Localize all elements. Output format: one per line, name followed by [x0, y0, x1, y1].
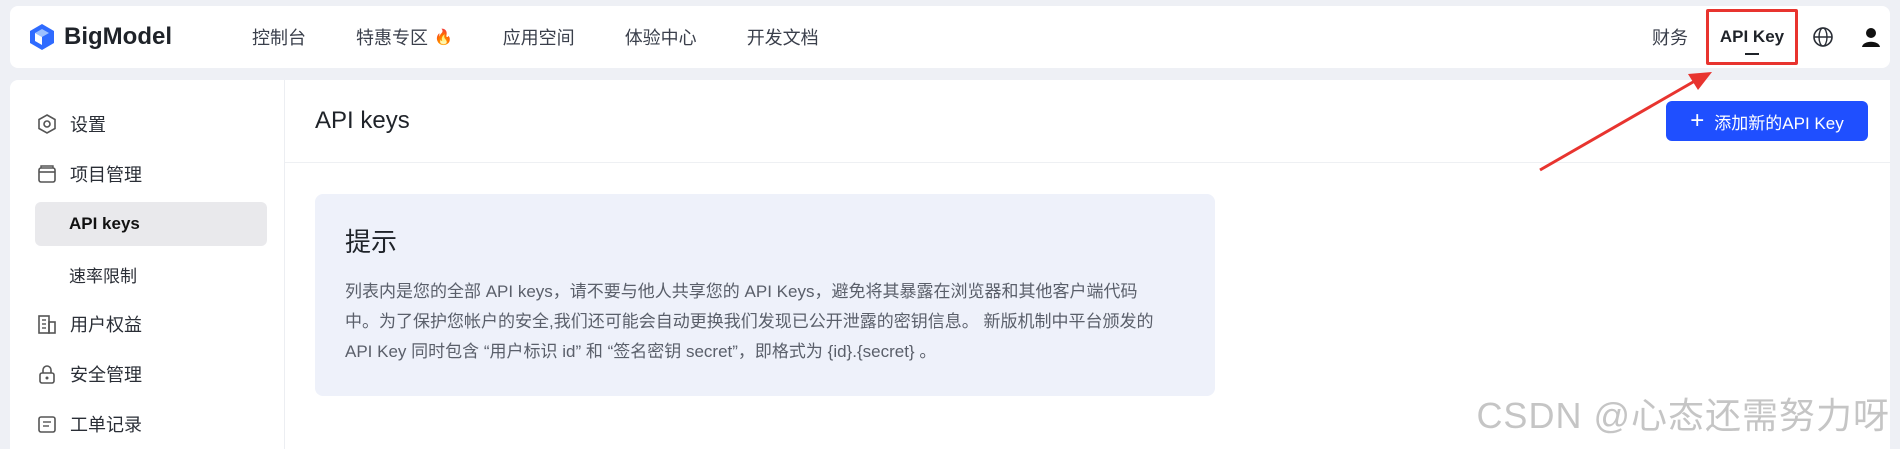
main-nav: 控制台 特惠专区 🔥 应用空间 体验中心 开发文档	[252, 24, 869, 50]
folder-icon	[38, 165, 56, 183]
annotation-arrow-icon	[1539, 72, 1712, 172]
logo-icon	[30, 24, 54, 50]
sidebar-item-settings[interactable]: 设置	[10, 102, 284, 146]
sidebar-item-user-rights-label: 用户权益	[70, 315, 142, 335]
lock-icon	[39, 365, 55, 384]
active-underline	[1745, 53, 1759, 55]
nav-app-space[interactable]: 应用空间	[503, 24, 575, 50]
ticket-icon	[38, 416, 56, 433]
globe-icon[interactable]	[1812, 26, 1834, 48]
fire-icon: 🔥	[434, 29, 453, 46]
watermark: CSDN @心态还需努力呀	[1476, 395, 1890, 436]
page-title: API keys	[315, 107, 410, 134]
nav-api-key-label: API Key	[1719, 27, 1785, 46]
sidebar-item-tickets-label: 工单记录	[70, 415, 142, 435]
brand-name: BigModel	[64, 23, 172, 50]
nav-api-key[interactable]: API Key	[1706, 9, 1798, 65]
brand-logo[interactable]: BigModel	[28, 23, 228, 51]
nav-dev-docs[interactable]: 开发文档	[747, 24, 819, 50]
sidebar-item-project-mgmt[interactable]: 项目管理	[10, 152, 284, 196]
user-icon[interactable]	[1860, 26, 1882, 48]
notice-title: 提示	[345, 227, 398, 257]
sidebar-item-rate-limit-label: 速率限制	[69, 266, 137, 286]
sidebar-item-security[interactable]: 安全管理	[10, 352, 284, 396]
nav-specials-label: 特惠专区	[356, 28, 428, 48]
sidebar-item-project-label: 项目管理	[70, 165, 142, 185]
sidebar-item-api-keys-label: API keys	[69, 214, 140, 233]
nav-finance[interactable]: 财务	[1652, 24, 1688, 50]
nav-experience-label: 体验中心	[624, 28, 697, 48]
nav-right: 财务 API Key	[1652, 6, 1890, 68]
nav-dev-docs-label: 开发文档	[746, 28, 819, 48]
sidebar: 设置 项目管理 API keys 速率限制 用户权益 安全管理 工单记录	[10, 80, 284, 449]
nav-app-space-label: 应用空间	[502, 28, 575, 48]
nav-specials[interactable]: 特惠专区 🔥	[356, 24, 453, 50]
sidebar-item-settings-label: 设置	[70, 115, 106, 135]
sidebar-item-tickets[interactable]: 工单记录	[10, 402, 284, 446]
nav-experience-center[interactable]: 体验中心	[625, 24, 697, 50]
nav-console[interactable]: 控制台	[252, 24, 306, 50]
building-icon	[38, 315, 56, 334]
top-navbar: BigModel 控制台 特惠专区 🔥 应用空间 体验中心 开发文档 财务 AP…	[10, 6, 1890, 68]
add-api-key-label: 添加新的API Key	[1714, 113, 1844, 133]
settings-icon	[38, 114, 56, 134]
nav-console-label: 控制台	[252, 28, 306, 48]
notice-card: 提示 列表内是您的全部 API keys，请不要与他人共享您的 API Keys…	[315, 194, 1215, 396]
notice-line-1: 列表内是您的全部 API keys，请不要与他人共享您的 API Keys，避免…	[345, 282, 1138, 301]
sidebar-item-user-rights[interactable]: 用户权益	[10, 302, 284, 346]
sidebar-item-rate-limit[interactable]: 速率限制	[35, 252, 267, 296]
notice-line-2: 中。为了保护您帐户的安全,我们还可能会自动更换我们发现已公开泄露的密钥信息。 新…	[345, 312, 1154, 331]
notice-line-3: API Key 同时包含 “用户标识 id” 和 “签名密钥 secret”，即…	[345, 342, 937, 361]
sidebar-item-security-label: 安全管理	[70, 365, 142, 385]
sidebar-item-api-keys[interactable]: API keys	[35, 202, 267, 246]
notice-body: 列表内是您的全部 API keys，请不要与他人共享您的 API Keys，避免…	[345, 277, 1185, 367]
